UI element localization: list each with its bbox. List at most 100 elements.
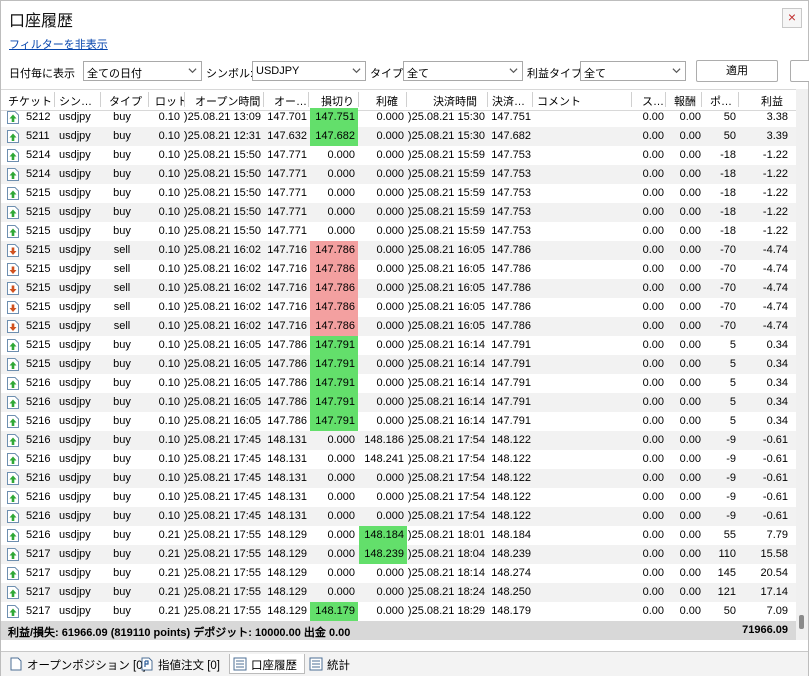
table-row[interactable]: 5215 usdjpy sell 0.10)25.08.21 16:02 147.716… xyxy=(1,298,796,317)
table-row[interactable]: 5217 usdjpy buy 0.21)25.08.21 17:55 148.129 0… xyxy=(1,545,796,564)
summary-text: 利益/損失: 61966.09 (819110 points) デポジット: 1… xyxy=(8,627,351,639)
history-grid-icon xyxy=(233,657,247,671)
table-row[interactable]: 5217 usdjpy buy 0.21)25.08.21 17:55 148.129 0… xyxy=(1,564,796,583)
column-separator[interactable] xyxy=(308,92,309,107)
cell-open-time: )25.08.21 16:02 xyxy=(183,320,261,332)
table-row[interactable]: 5215 usdjpy buy 0.10)25.08.21 15:50 147.771 0… xyxy=(1,203,796,222)
cell-close-price: 147.786 xyxy=(491,244,531,256)
table-row[interactable]: 5214 usdjpy buy 0.10)25.08.21 15:50 147.771 0… xyxy=(1,165,796,184)
tab-pending-order[interactable]: 指値注文 [0] xyxy=(137,654,227,674)
column-header-close-price[interactable]: 決済… xyxy=(492,93,532,109)
column-header-points[interactable]: ポ… xyxy=(710,93,738,109)
column-header-sl[interactable]: 損切り xyxy=(321,93,357,109)
cell-swap: 0.00 xyxy=(642,263,664,275)
column-separator[interactable] xyxy=(358,92,359,107)
scrollbar-thumb[interactable] xyxy=(799,615,804,629)
tab-document[interactable]: オープンポジション [0] xyxy=(6,654,146,674)
sell-arrow-icon xyxy=(7,282,19,295)
cell-commission: 0.00 xyxy=(679,510,701,522)
cell-close-time: )25.08.21 16:05 xyxy=(407,244,485,256)
column-separator[interactable] xyxy=(184,92,185,107)
table-row[interactable]: 5215 usdjpy sell 0.10)25.08.21 16:02 147.716… xyxy=(1,279,796,298)
table-row[interactable]: 5217 usdjpy buy 0.21)25.08.21 17:55 148.129 0… xyxy=(1,583,796,602)
cell-commission: 0.00 xyxy=(679,358,701,370)
tab-history-grid[interactable]: 口座履歴 xyxy=(229,654,305,674)
table-row[interactable]: 5215 usdjpy sell 0.10)25.08.21 16:02 147.716… xyxy=(1,241,796,260)
cell-open-price: 147.771 xyxy=(267,225,307,237)
cell-ticket: 5215 xyxy=(26,358,51,370)
cell-open-price: 148.129 xyxy=(267,605,307,617)
table-row[interactable]: 5211 usdjpy buy 0.10)25.08.21 12:31 147.632 1… xyxy=(1,127,796,146)
table-row[interactable]: 5216 usdjpy buy 0.10)25.08.21 17:45 148.131 0… xyxy=(1,431,796,450)
table-row[interactable]: 5216 usdjpy buy 0.10)25.08.21 16:05 147.786 1… xyxy=(1,374,796,393)
table-row[interactable]: 5216 usdjpy buy 0.10)25.08.21 17:45 148.131 0… xyxy=(1,469,796,488)
column-separator[interactable] xyxy=(532,92,533,107)
column-separator[interactable] xyxy=(406,92,407,107)
apply-button[interactable]: 適用 xyxy=(696,60,778,82)
cell-commission: 0.00 xyxy=(679,301,701,313)
cell-open-price: 147.771 xyxy=(267,168,307,180)
profit-type-filter-select[interactable]: 全て xyxy=(580,61,686,81)
cell-points: 5 xyxy=(729,377,736,389)
column-separator[interactable] xyxy=(54,92,55,107)
table-row[interactable]: 5215 usdjpy sell 0.10)25.08.21 16:02 147.716… xyxy=(1,317,796,336)
table-row[interactable]: 5216 usdjpy buy 0.10)25.08.21 16:05 147.786 1… xyxy=(1,412,796,431)
column-header-comment[interactable]: コメント xyxy=(537,93,617,109)
column-separator[interactable] xyxy=(148,92,149,107)
vertical-scrollbar[interactable] xyxy=(796,89,808,640)
column-separator[interactable] xyxy=(487,92,488,107)
cell-type: buy xyxy=(113,510,131,522)
column-header-open-time[interactable]: オープン時間 xyxy=(195,93,265,109)
type-filter-select[interactable]: 全て xyxy=(403,61,523,81)
column-separator[interactable] xyxy=(738,92,739,107)
column-separator[interactable] xyxy=(631,92,632,107)
cell-close-price: 148.122 xyxy=(491,491,531,503)
close-button[interactable]: × xyxy=(782,8,802,28)
column-header-open-price[interactable]: オー… xyxy=(274,93,310,109)
hide-filter-link[interactable]: フィルターを非表示 xyxy=(9,36,108,52)
table-row[interactable]: 5216 usdjpy buy 0.10)25.08.21 16:05 147.786 1… xyxy=(1,393,796,412)
cell-ticket: 5215 xyxy=(26,225,51,237)
table-row[interactable]: 5215 usdjpy buy 0.10)25.08.21 16:05 147.786 1… xyxy=(1,355,796,374)
profit-type-filter-value: 全て xyxy=(584,68,606,80)
table-row[interactable]: 5216 usdjpy buy 0.21)25.08.21 17:55 148.129 0… xyxy=(1,526,796,545)
column-separator[interactable] xyxy=(665,92,666,107)
cell-tp: 0.000 xyxy=(376,491,404,503)
cell-tp: 0.000 xyxy=(376,111,404,123)
cell-type: buy xyxy=(113,529,131,541)
column-separator[interactable] xyxy=(263,92,264,107)
cell-type: buy xyxy=(113,225,131,237)
pending-order-icon xyxy=(141,657,153,671)
date-filter-select[interactable]: 全ての日付 xyxy=(83,61,202,81)
cell-close-time: )25.08.21 18:04 xyxy=(407,548,485,560)
column-header-lot[interactable]: ロット xyxy=(155,93,185,109)
table-row[interactable]: 5214 usdjpy buy 0.10)25.08.21 15:50 147.771 0… xyxy=(1,146,796,165)
column-header-tp[interactable]: 利確 xyxy=(376,93,406,109)
table-row[interactable]: 5212 usdjpy buy 0.10)25.08.21 13:09 147.701 1… xyxy=(1,108,796,127)
column-separator[interactable] xyxy=(100,92,101,107)
table-row[interactable]: 5216 usdjpy buy 0.10)25.08.21 17:45 148.131 0… xyxy=(1,450,796,469)
buy-arrow-icon xyxy=(7,529,19,542)
column-header-symbol[interactable]: シン… xyxy=(59,93,99,109)
table-row[interactable]: 5216 usdjpy buy 0.10)25.08.21 17:45 148.131 0… xyxy=(1,507,796,526)
extra-toolbar-button[interactable] xyxy=(790,60,809,82)
cell-profit: 15.58 xyxy=(760,548,788,560)
column-separator[interactable] xyxy=(701,92,702,107)
cell-symbol: usdjpy xyxy=(59,111,91,123)
cell-ticket: 5215 xyxy=(26,187,51,199)
cell-profit: -0.61 xyxy=(762,510,788,522)
column-header-close-time[interactable]: 決済時間 xyxy=(433,93,493,109)
cell-open-time: )25.08.21 13:09 xyxy=(183,111,261,123)
cell-tp: 0.000 xyxy=(376,567,404,579)
column-header-ticket[interactable]: チケット xyxy=(8,93,53,109)
table-row[interactable]: 5217 usdjpy buy 0.21)25.08.21 17:55 148.129 1… xyxy=(1,602,796,621)
table-row[interactable]: 5215 usdjpy buy 0.10)25.08.21 15:50 147.771 0… xyxy=(1,222,796,241)
column-header-commission[interactable]: 報酬 xyxy=(674,93,702,109)
table-row[interactable]: 5215 usdjpy sell 0.10)25.08.21 16:02 147.716… xyxy=(1,260,796,279)
tab-statistics-grid[interactable]: 統計 xyxy=(306,654,358,674)
table-row[interactable]: 5215 usdjpy buy 0.10)25.08.21 16:05 147.786 1… xyxy=(1,336,796,355)
table-row[interactable]: 5215 usdjpy buy 0.10)25.08.21 15:50 147.771 0… xyxy=(1,184,796,203)
table-row[interactable]: 5216 usdjpy buy 0.10)25.08.21 17:45 148.131 0… xyxy=(1,488,796,507)
symbol-filter-select[interactable]: USDJPY xyxy=(252,61,366,81)
column-header-type[interactable]: タイプ xyxy=(109,93,149,109)
